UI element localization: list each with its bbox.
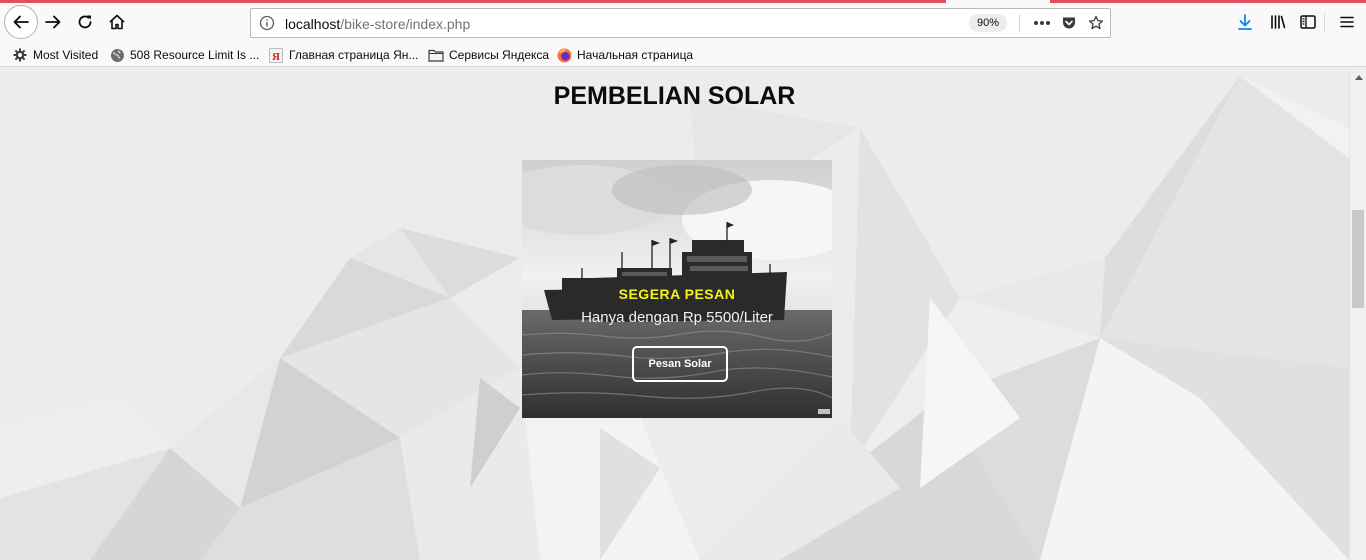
sidebar-toggle-button[interactable] (1293, 7, 1323, 37)
page-actions-button[interactable] (1031, 13, 1053, 33)
bookmark-label: 508 Resource Limit Is ... (130, 48, 260, 62)
firefox-icon (556, 47, 572, 63)
page-title: PEMBELIAN SOLAR (553, 82, 796, 110)
navigation-toolbar: localhost/bike-store/index.php 90% (0, 3, 1366, 43)
url-host: localhost (285, 16, 341, 32)
url-path: /bike-store/index.php (340, 16, 471, 32)
library-button[interactable] (1263, 7, 1293, 37)
home-icon (109, 14, 125, 30)
svg-text:Я: Я (272, 51, 280, 63)
scroll-thumb[interactable] (1352, 210, 1364, 308)
page-scrollbar[interactable] (1349, 68, 1366, 560)
scroll-up-button[interactable] (1350, 68, 1366, 85)
card-heading: SEGERA PESAN (618, 286, 736, 302)
star-icon (1088, 15, 1104, 30)
pocket-icon (1063, 17, 1075, 29)
downloads-button[interactable] (1230, 7, 1260, 37)
bookmark-star-button[interactable] (1085, 13, 1107, 33)
reload-icon (78, 15, 92, 29)
info-icon[interactable] (259, 15, 275, 31)
sidebar-icon (1300, 15, 1316, 29)
download-arrow-icon (1238, 14, 1252, 30)
promo-card: SEGERA PESAN Hanya dengan Rp 5500/Liter … (522, 160, 832, 418)
menu-button[interactable] (1332, 7, 1362, 37)
library-icon (1271, 15, 1286, 29)
url-bar[interactable]: localhost/bike-store/index.php 90% (250, 8, 1111, 38)
reload-button[interactable] (70, 7, 100, 37)
bookmark-yandex-home[interactable]: Я Главная страница Ян... (268, 46, 418, 64)
bookmark-label: Главная страница Ян... (289, 48, 419, 62)
scroll-up-arrow-icon (1354, 74, 1363, 80)
bookmarks-toolbar: Most Visited 508 Resource Limit Is ... Я… (0, 43, 1366, 67)
forward-arrow-icon (45, 15, 61, 29)
bookmark-resource-limit[interactable]: 508 Resource Limit Is ... (109, 46, 259, 64)
pocket-button[interactable] (1058, 13, 1080, 33)
card-price-text: Hanya dengan Rp 5500/Liter (581, 309, 773, 326)
order-solar-button[interactable]: Pesan Solar (632, 346, 728, 382)
bookmark-most-visited[interactable]: Most Visited (12, 46, 98, 64)
url-separator (1019, 14, 1020, 32)
forward-button[interactable] (38, 7, 68, 37)
folder-icon (428, 47, 444, 63)
bookmark-yandex-services[interactable]: Сервисы Яндекса (428, 46, 549, 64)
hamburger-menu-icon (1340, 16, 1354, 28)
more-dots-icon (1034, 21, 1050, 25)
home-button[interactable] (102, 7, 132, 37)
toolbar-separator (1324, 13, 1325, 33)
zoom-level-badge[interactable]: 90% (969, 14, 1008, 32)
globe-icon (109, 47, 125, 63)
bookmark-label: Most Visited (33, 48, 99, 62)
bookmark-label: Сервисы Яндекса (449, 48, 550, 62)
yandex-icon: Я (268, 47, 284, 63)
bookmark-start-page[interactable]: Начальная страница (556, 46, 693, 64)
gear-icon (12, 47, 28, 63)
back-button[interactable] (4, 5, 38, 39)
url-text[interactable]: localhost/bike-store/index.php (285, 16, 470, 32)
bookmark-label: Начальная страница (577, 48, 694, 62)
back-arrow-icon (13, 15, 29, 29)
page-viewport: PEMBELIAN SOLAR SEGERA PESAN Hanya denga… (0, 68, 1349, 560)
